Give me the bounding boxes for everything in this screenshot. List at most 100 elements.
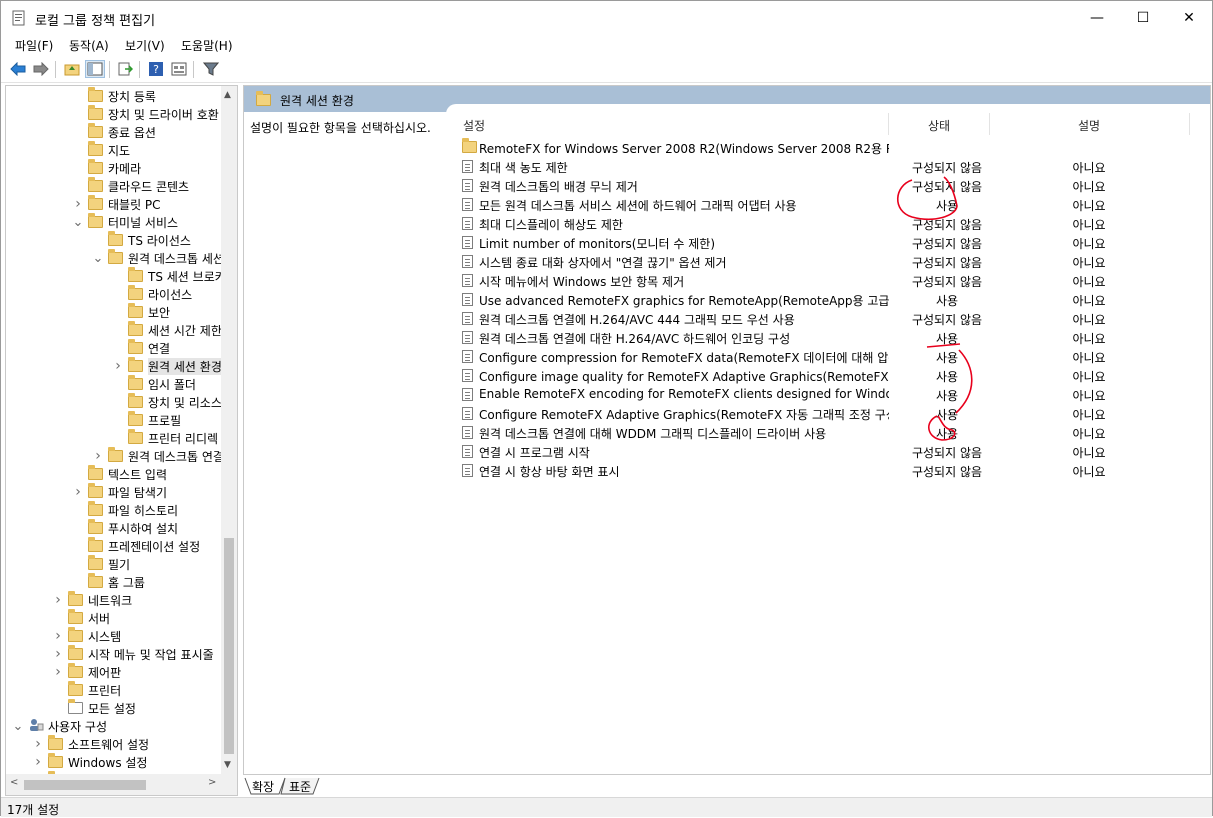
tree-vertical-scrollbar[interactable]: ▲ ▼ — [221, 86, 237, 774]
tree-horizontal-scroll-thumb[interactable] — [24, 780, 146, 790]
menu-help[interactable]: 도움말(H) — [181, 37, 233, 54]
expand-chevron-icon[interactable]: › — [32, 754, 44, 770]
close-button[interactable]: ✕ — [1166, 1, 1212, 35]
policy-row[interactable]: 원격 데스크톱 연결에 H.264/AVC 444 그래픽 모드 우선 사용 구성… — [244, 309, 1210, 328]
expand-chevron-icon[interactable]: › — [92, 448, 104, 464]
tree-item[interactable]: 세션 시간 제한 — [112, 321, 222, 339]
scroll-up-icon[interactable]: ▲ — [224, 90, 231, 100]
tree-item[interactable]: › 시작 메뉴 및 작업 표시줄 — [52, 645, 214, 663]
collapse-chevron-icon[interactable]: ⌄ — [92, 251, 104, 266]
minimize-button[interactable]: — — [1074, 1, 1120, 35]
column-header-setting[interactable]: 설정 — [463, 117, 485, 134]
policy-row[interactable]: 연결 시 항상 바탕 화면 표시 구성되지 않음 아니요 — [244, 461, 1210, 480]
scroll-left-icon[interactable]: < — [10, 777, 18, 788]
tab-standard[interactable]: 표준 — [289, 778, 311, 795]
tree-item[interactable]: 임시 폴더 — [112, 375, 196, 393]
tree-item[interactable]: 모든 설정 — [52, 699, 136, 717]
collapse-chevron-icon[interactable]: ⌄ — [12, 719, 24, 734]
menu-action[interactable]: 동작(A) — [69, 37, 109, 54]
properties-view-button[interactable] — [169, 60, 189, 78]
export-list-button[interactable] — [115, 60, 135, 78]
policy-row[interactable]: Enable RemoteFX encoding for RemoteFX cl… — [244, 385, 1210, 404]
policy-row[interactable]: 연결 시 프로그램 시작 구성되지 않음 아니요 — [244, 442, 1210, 461]
tree-item-label: 시작 메뉴 및 작업 표시줄 — [88, 647, 214, 662]
tree-item[interactable]: 라이선스 — [112, 285, 192, 303]
tree-item[interactable]: 서버 — [52, 609, 110, 627]
tree-item[interactable]: 텍스트 입력 — [72, 465, 167, 483]
filter-button[interactable] — [201, 60, 221, 78]
tree-item[interactable]: 파일 히스토리 — [72, 501, 178, 519]
tree-item[interactable]: › 원격 데스크톱 연결 — [92, 447, 224, 465]
policy-row[interactable]: 모든 원격 데스크톱 서비스 세션에 하드웨어 그래픽 어댑터 사용 사용 아니요 — [244, 195, 1210, 214]
back-button[interactable] — [8, 60, 28, 78]
policy-row[interactable]: Configure compression for RemoteFX data(… — [244, 347, 1210, 366]
maximize-button[interactable]: ☐ — [1120, 1, 1166, 35]
help-button[interactable]: ? — [146, 60, 166, 78]
tree-item[interactable]: › Windows 설정 — [32, 753, 147, 771]
expand-chevron-icon[interactable]: › — [72, 196, 84, 212]
tree-item[interactable]: › 원격 세션 환경 — [112, 357, 222, 375]
menu-file[interactable]: 파일(F) — [15, 37, 53, 54]
policy-row[interactable]: 원격 데스크톱의 배경 무늬 제거 구성되지 않음 아니요 — [244, 176, 1210, 195]
tree-item[interactable]: 장치 및 드라이버 호환 — [72, 105, 219, 123]
tree-item[interactable]: TS 세션 브로커 — [112, 267, 226, 285]
policy-row[interactable]: 최대 디스플레이 해상도 제한 구성되지 않음 아니요 — [244, 214, 1210, 233]
tree-item[interactable]: 프레젠테이션 설정 — [72, 537, 200, 555]
scroll-down-icon[interactable]: ▼ — [224, 760, 231, 770]
policy-row[interactable]: 원격 데스크톱 연결에 대한 H.264/AVC 하드웨어 인코딩 구성 사용 아니… — [244, 328, 1210, 347]
forward-button[interactable] — [31, 60, 51, 78]
policy-row[interactable]: 시작 메뉴에서 Windows 보안 항목 제거 구성되지 않음 아니요 — [244, 271, 1210, 290]
scroll-right-icon[interactable]: > — [208, 777, 216, 788]
expand-chevron-icon[interactable]: › — [52, 628, 64, 644]
tree-item[interactable]: › 시스템 — [52, 627, 121, 645]
tree-item[interactable]: ⌄ 원격 데스크톱 세션 — [92, 249, 224, 267]
column-header-state[interactable]: 상태 — [928, 117, 950, 134]
tree-item[interactable]: › 파일 탐색기 — [72, 483, 167, 501]
expand-chevron-icon[interactable]: › — [112, 358, 124, 374]
tree-item[interactable]: 프로필 — [112, 411, 181, 429]
policy-row[interactable]: Use advanced RemoteFX graphics for Remot… — [244, 290, 1210, 309]
setting-name: 원격 데스크톱 연결에 대한 H.264/AVC 하드웨어 인코딩 구성 — [479, 332, 791, 346]
tree-item[interactable]: 장치 등록 — [72, 87, 156, 105]
tree-item[interactable]: › 태블릿 PC — [72, 195, 161, 213]
tree-item[interactable]: › 제어판 — [52, 663, 121, 681]
tree-horizontal-scrollbar[interactable]: < > — [6, 774, 237, 795]
show-hide-console-tree-button[interactable] — [85, 60, 105, 78]
column-header-comment[interactable]: 설명 — [1078, 117, 1100, 134]
policy-row[interactable]: 원격 데스크톱 연결에 대해 WDDM 그래픽 디스플레이 드라이버 사용 사용 아… — [244, 423, 1210, 442]
tree-item[interactable]: 프린터 리디렉 — [112, 429, 218, 447]
tree-item[interactable]: 카메라 — [72, 159, 141, 177]
expand-chevron-icon[interactable]: › — [52, 664, 64, 680]
tree-item[interactable]: ⌄ 터미널 서비스 — [72, 213, 178, 231]
tree-item[interactable]: 홈 그룹 — [72, 573, 145, 591]
expand-chevron-icon[interactable]: › — [72, 484, 84, 500]
tree-item[interactable]: 클라우드 콘텐츠 — [72, 177, 189, 195]
tree-item[interactable]: › 소프트웨어 설정 — [32, 735, 149, 753]
tree-item[interactable]: 푸시하여 설치 — [72, 519, 178, 537]
policy-row[interactable]: Limit number of monitors(모니터 수 제한) 구성되지 않… — [244, 233, 1210, 252]
tree-item[interactable]: › 네트워크 — [52, 591, 132, 609]
expand-chevron-icon[interactable]: › — [52, 646, 64, 662]
tree-item[interactable]: ⌄ 사용자 구성 — [12, 717, 107, 735]
tree-item[interactable]: 지도 — [72, 141, 130, 159]
expand-chevron-icon[interactable]: › — [32, 736, 44, 752]
policy-row[interactable]: 시스템 종료 대화 상자에서 "연결 끊기" 옵션 제거 구성되지 않음 아니요 — [244, 252, 1210, 271]
tree-item[interactable]: 보안 — [112, 303, 170, 321]
tree-item[interactable]: 종료 옵션 — [72, 123, 156, 141]
up-one-level-button[interactable] — [62, 60, 82, 78]
tab-extended[interactable]: 확장 — [252, 778, 274, 795]
tree-item-label: 라이선스 — [148, 287, 193, 302]
tree-item[interactable]: 필기 — [72, 555, 130, 573]
tree-item[interactable]: 연결 — [112, 339, 170, 357]
policy-row[interactable]: Configure RemoteFX Adaptive Graphics(Rem… — [244, 404, 1210, 423]
expand-chevron-icon[interactable]: › — [52, 592, 64, 608]
tree-item[interactable]: 프린터 — [52, 681, 121, 699]
tree-item[interactable]: TS 라이선스 — [92, 231, 191, 249]
policy-row[interactable]: 최대 색 농도 제한 구성되지 않음 아니요 — [244, 157, 1210, 176]
menu-view[interactable]: 보기(V) — [125, 37, 165, 54]
folder-row[interactable]: RemoteFX for Windows Server 2008 R2(Wind… — [244, 138, 1210, 157]
tree-vertical-scroll-thumb[interactable] — [224, 538, 234, 754]
collapse-chevron-icon[interactable]: ⌄ — [72, 215, 84, 230]
tree-item[interactable]: 장치 및 리소스 — [112, 393, 222, 411]
policy-row[interactable]: Configure image quality for RemoteFX Ada… — [244, 366, 1210, 385]
